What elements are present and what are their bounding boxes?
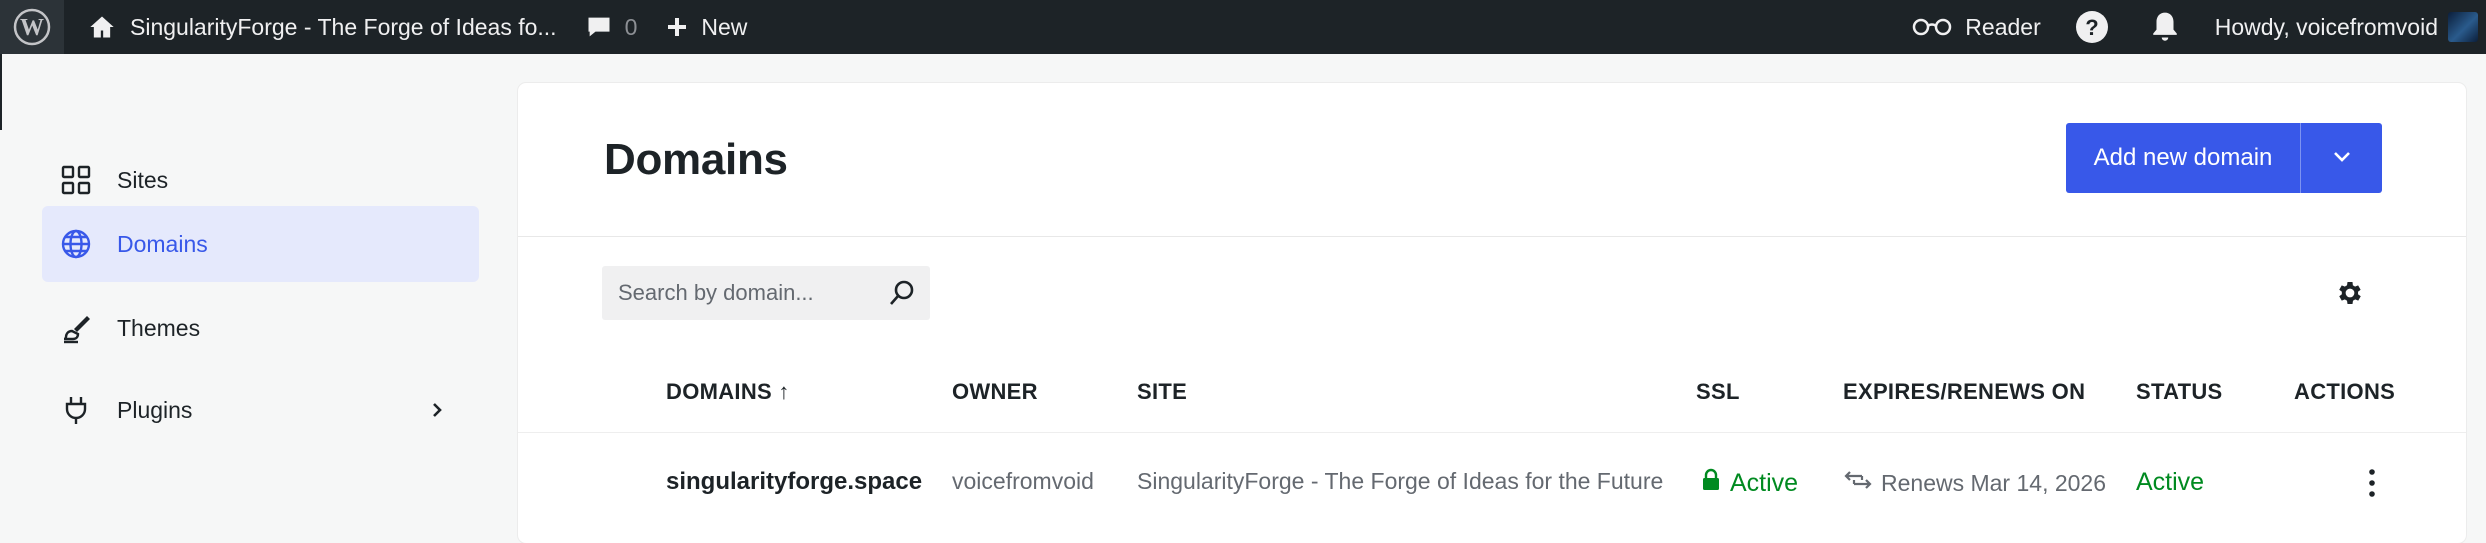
add-new-domain-button[interactable]: Add new domain <box>2066 123 2300 193</box>
lock-icon <box>1702 468 1720 499</box>
site-title: SingularityForge - The Forge of Ideas fo… <box>130 13 557 40</box>
auto-renew-icon <box>1843 468 1873 498</box>
sidebar-item-label: Themes <box>117 314 201 341</box>
sidebar: Sites Domains Themes Plugins <box>0 54 520 516</box>
sidebar-item-label: Domains <box>117 230 208 257</box>
chevron-right-icon <box>427 400 447 420</box>
home-icon <box>88 13 116 41</box>
domain-site-link[interactable]: SingularityForge - The Forge of Ideas fo… <box>1137 468 1663 495</box>
column-header-actions: ACTIONS <box>2294 379 2396 404</box>
howdy-greeting: Howdy, voicefromvoid <box>2214 13 2438 40</box>
reader-menu[interactable]: Reader <box>1911 0 2041 54</box>
column-header-owner: OWNER <box>952 379 1038 404</box>
grid-icon <box>60 164 92 196</box>
sidebar-item-domains[interactable]: Domains <box>42 206 479 282</box>
sidebar-item-label: Sites <box>117 166 169 193</box>
plug-icon <box>60 394 92 426</box>
more-actions-kebab-icon[interactable] <box>2362 466 2382 500</box>
ssl-status: Active <box>1702 468 1798 499</box>
header-divider <box>518 236 2466 237</box>
sidebar-item-themes[interactable]: Themes <box>42 290 479 366</box>
new-content-menu[interactable]: New <box>665 0 747 54</box>
comments-menu[interactable]: 0 <box>585 0 638 54</box>
wordpress-logo-icon[interactable]: W <box>0 0 64 54</box>
reading-glasses-icon <box>1911 15 1953 39</box>
sidebar-item-label: Plugins <box>117 396 193 423</box>
sidebar-item-plugins[interactable]: Plugins <box>42 372 479 448</box>
site-name-menu[interactable]: SingularityForge - The Forge of Ideas fo… <box>88 0 557 54</box>
chevron-down-icon <box>2330 144 2354 173</box>
add-domain-dropdown-toggle[interactable] <box>2301 123 2382 193</box>
column-header-ssl: SSL <box>1696 379 1740 404</box>
search-icon[interactable] <box>888 279 916 307</box>
settings-gear-icon[interactable] <box>2335 278 2365 308</box>
admin-bar: W SingularityForge - The Forge of Ideas … <box>0 0 2486 54</box>
avatar <box>2448 12 2478 42</box>
comments-count: 0 <box>624 13 638 40</box>
page-title: Domains <box>604 135 788 184</box>
add-new-domain-split-button: Add new domain <box>2066 123 2382 193</box>
svg-text:W: W <box>20 15 44 41</box>
column-header-status: STATUS <box>2136 379 2223 404</box>
header-row-divider <box>518 432 2466 433</box>
svg-text:?: ? <box>2085 15 2098 40</box>
reader-label: Reader <box>1965 13 2041 40</box>
domains-panel: Domains Add new domain DOMAINS ↑ OWNER S… <box>518 83 2466 543</box>
column-header-site: SITE <box>1137 379 1188 404</box>
account-menu[interactable]: Howdy, voicefromvoid <box>2215 0 2478 54</box>
help-icon[interactable]: ? <box>2075 0 2109 54</box>
domain-status-badge: Active <box>2136 468 2205 496</box>
brush-icon <box>60 312 92 344</box>
domain-search <box>602 266 930 320</box>
domain-owner: voicefromvoid <box>952 468 1094 494</box>
plus-icon <box>665 15 689 39</box>
column-header-domains[interactable]: DOMAINS ↑ <box>666 379 790 405</box>
column-header-expires: EXPIRES/RENEWS ON <box>1843 379 2086 404</box>
new-label: New <box>701 13 748 40</box>
ssl-status-label: Active <box>1730 469 1799 497</box>
notifications-bell-icon[interactable] <box>2149 0 2181 54</box>
renewal-date: Renews Mar 14, 2026 <box>1881 469 2107 496</box>
globe-icon <box>60 228 92 260</box>
search-input[interactable] <box>616 279 870 307</box>
renewal-info: Renews Mar 14, 2026 <box>1843 468 2106 498</box>
comment-bubble-icon <box>585 13 613 41</box>
domain-name-link[interactable]: singularityforge.space <box>666 468 922 496</box>
